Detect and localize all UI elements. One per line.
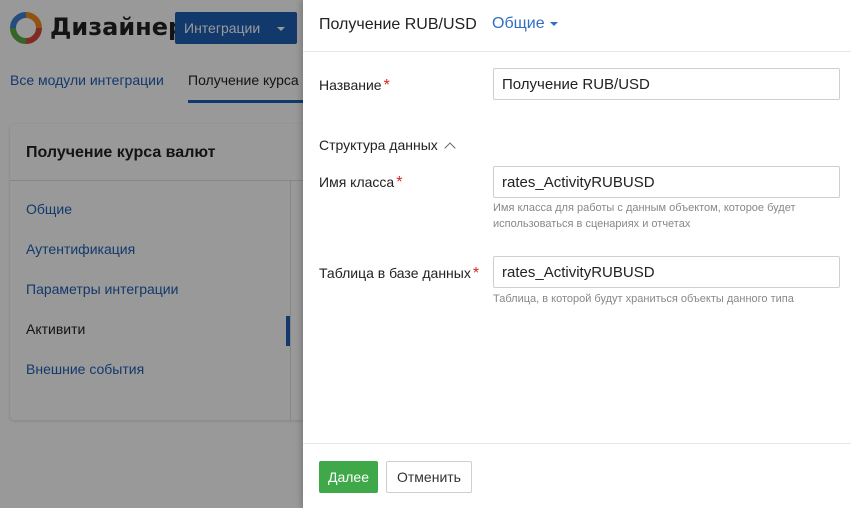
table-input[interactable]: [493, 256, 840, 288]
required-asterisk: *: [472, 265, 480, 282]
structure-section-toggle[interactable]: Структура данных: [319, 137, 456, 154]
panel-header: Получение RUB/USD Общие: [303, 0, 851, 52]
class-name-label-text: Имя класса: [319, 174, 395, 190]
name-input[interactable]: [493, 68, 840, 100]
side-panel: Получение RUB/USD Общие Название* Структ…: [303, 0, 851, 508]
caret-down-icon: [549, 21, 558, 26]
next-button[interactable]: Далее: [319, 461, 378, 493]
panel-footer: Далее Отменить: [303, 443, 851, 508]
required-asterisk: *: [383, 77, 390, 94]
section-selector-label: Общие: [492, 15, 545, 32]
required-asterisk: *: [396, 174, 403, 191]
table-field-label: Таблица в базе данных *: [319, 265, 479, 283]
name-label-text: Название: [319, 77, 382, 93]
table-label-text: Таблица в базе данных: [319, 265, 471, 281]
cancel-button[interactable]: Отменить: [386, 461, 472, 493]
class-name-hint: Имя класса для работы с данным объектом,…: [493, 202, 796, 230]
structure-section-label: Структура данных: [319, 137, 438, 153]
class-name-input[interactable]: [493, 166, 840, 198]
panel-title: Получение RUB/USD: [319, 16, 477, 33]
table-hint: Таблица, в которой будут храниться объек…: [493, 293, 794, 305]
section-selector-dropdown[interactable]: Общие: [492, 15, 558, 33]
chevron-up-icon: [444, 142, 456, 154]
class-name-field-label: Имя класса *: [319, 174, 402, 192]
name-field-label: Название *: [319, 77, 390, 95]
